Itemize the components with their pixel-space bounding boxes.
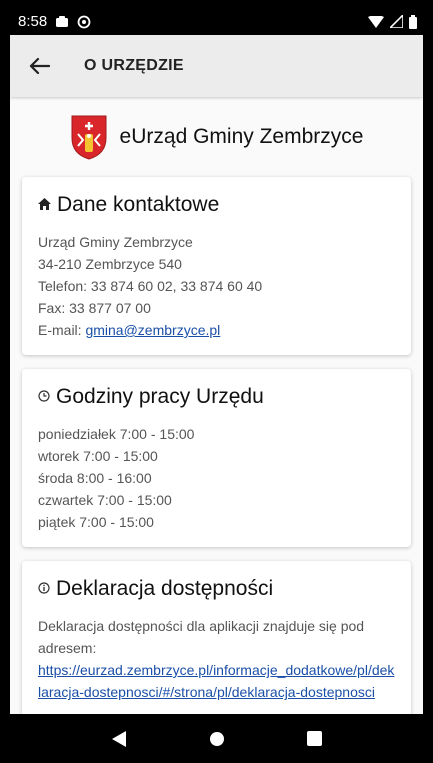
- brand-name: eUrząd Gminy Zembrzyce: [119, 125, 364, 148]
- hours-card-title: Godziny pracy Urzędu: [38, 385, 395, 409]
- brand-header: eUrząd Gminy Zembrzyce: [22, 97, 411, 177]
- hours-line: poniedziałek 7:00 - 15:00: [38, 426, 195, 442]
- coat-of-arms-logo: [71, 115, 107, 160]
- hours-card: Godziny pracy Urzędu poniedziałek 7:00 -…: [22, 369, 411, 547]
- system-nav-bar: [10, 714, 423, 763]
- app-screen: 8:58 O URZĘDZIE eUrząd Gminy Zembrzyce D…: [10, 8, 423, 763]
- status-bar: 8:58: [10, 8, 423, 35]
- hours-heading: Godziny pracy Urzędu: [56, 385, 264, 408]
- status-time: 8:58: [18, 13, 48, 30]
- accessibility-text: Deklaracja dostępności dla aplikacji zna…: [38, 618, 365, 656]
- email-label: E-mail:: [38, 322, 86, 338]
- app-bar: O URZĘDZIE: [10, 35, 423, 97]
- arrow-left-icon: [29, 57, 50, 75]
- nav-home-icon[interactable]: [209, 731, 225, 747]
- signal-icon: [390, 15, 403, 28]
- accessibility-card: Deklaracja dostępności Deklaracja dostęp…: [22, 561, 411, 714]
- wifi-icon: [368, 15, 384, 28]
- contact-heading: Dane kontaktowe: [57, 193, 220, 216]
- sync-icon: [77, 15, 91, 28]
- info-icon: [38, 581, 50, 597]
- hours-line: czwartek 7:00 - 15:00: [38, 492, 172, 508]
- back-button[interactable]: [24, 51, 54, 81]
- hours-line: piątek 7:00 - 15:00: [38, 514, 154, 530]
- clock-icon: [38, 389, 50, 405]
- contact-email-line: E-mail: gmina@zembrzyce.pl: [38, 319, 395, 341]
- nav-back-icon[interactable]: [111, 730, 127, 748]
- accessibility-card-title: Deklaracja dostępności: [38, 577, 395, 601]
- contact-line: 34-210 Zembrzyce 540: [38, 256, 182, 272]
- contact-card-title: Dane kontaktowe: [38, 193, 395, 217]
- battery-icon: [409, 14, 417, 29]
- email-link[interactable]: gmina@zembrzyce.pl: [85, 322, 220, 338]
- nav-recents-icon[interactable]: [307, 731, 322, 746]
- contact-line: Telefon: 33 874 60 02, 33 874 60 40: [38, 278, 263, 294]
- contact-line: Urząd Gminy Zembrzyce: [38, 234, 193, 250]
- notification-icon: [56, 16, 69, 27]
- accessibility-heading: Deklaracja dostępności: [56, 577, 274, 600]
- hours-line: wtorek 7:00 - 15:00: [38, 448, 158, 464]
- contact-line: Fax: 33 877 07 00: [38, 300, 151, 316]
- content-scroll[interactable]: eUrząd Gminy Zembrzyce Dane kontaktowe U…: [10, 97, 423, 714]
- page-title: O URZĘDZIE: [84, 57, 184, 74]
- contact-card: Dane kontaktowe Urząd Gminy Zembrzyce 34…: [22, 177, 411, 355]
- home-icon: [38, 197, 51, 213]
- hours-line: środa 8:00 - 16:00: [38, 470, 152, 486]
- accessibility-link[interactable]: https://eurzad.zembrzyce.pl/informacje_d…: [38, 662, 394, 700]
